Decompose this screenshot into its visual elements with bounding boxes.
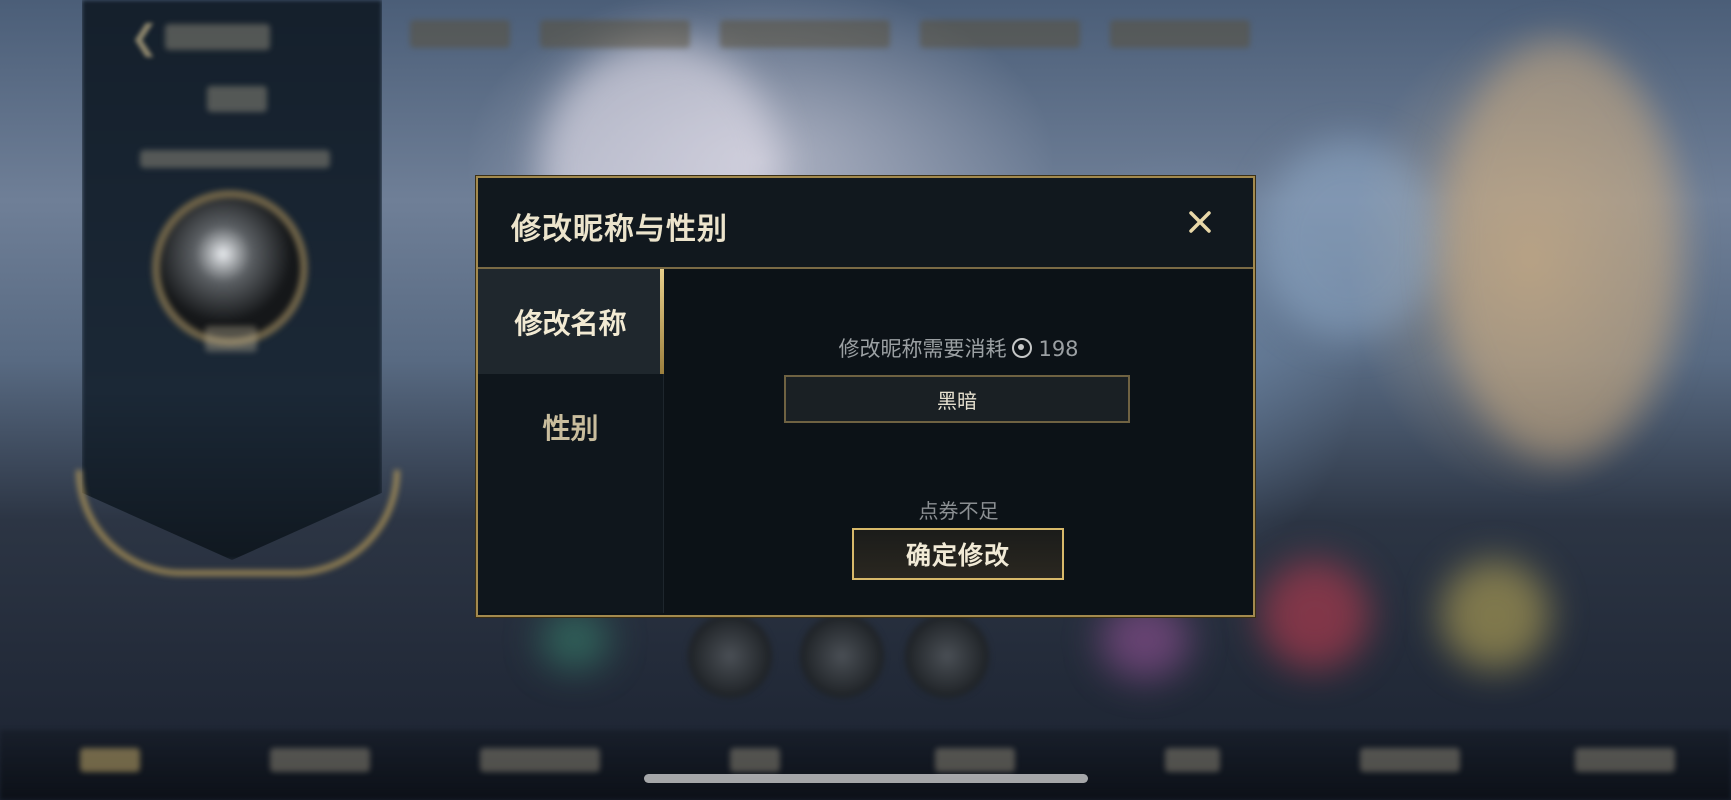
cost-line: 修改昵称需要消耗 198 xyxy=(664,333,1253,363)
top-tab xyxy=(720,20,890,48)
close-button[interactable] xyxy=(1182,204,1218,240)
blurred-label xyxy=(480,748,600,772)
blurred-label xyxy=(140,150,330,168)
tab-gender[interactable]: 性别 xyxy=(478,374,663,479)
tab-rename[interactable]: 修改名称 xyxy=(478,269,664,374)
back-icon: ❮ xyxy=(130,18,159,58)
dialog-header: 修改昵称与性别 xyxy=(478,178,1253,269)
blurred-icon xyxy=(905,614,989,698)
close-icon xyxy=(1189,211,1211,233)
cost-amount: 198 xyxy=(1038,337,1079,361)
rename-panel: 修改昵称需要消耗 198 点券不足 确定修改 xyxy=(664,269,1253,613)
blurred-label xyxy=(270,748,370,772)
top-tab xyxy=(920,20,1080,48)
profile-avatar xyxy=(160,198,300,338)
nickname-input[interactable] xyxy=(784,375,1130,423)
insufficient-balance-text: 点券不足 xyxy=(918,499,999,523)
top-tab xyxy=(1110,20,1250,48)
home-indicator[interactable] xyxy=(644,774,1088,783)
blurred-label xyxy=(1360,748,1460,772)
blurred-icon xyxy=(800,614,884,698)
blurred-icon xyxy=(688,614,772,698)
dialog-title: 修改昵称与性别 xyxy=(511,212,728,247)
blurred-label xyxy=(730,748,780,772)
blurred-label xyxy=(1165,748,1220,772)
blurred-label xyxy=(80,748,140,772)
blurred-label xyxy=(935,748,1015,772)
blurred-label xyxy=(1575,748,1675,772)
bottom-nav xyxy=(0,730,1731,800)
top-tab xyxy=(410,20,510,48)
rename-dialog: 修改昵称与性别 修改名称 性别 修改昵称需要消耗 198 点券不足 确定修改 xyxy=(476,176,1255,617)
coin-icon xyxy=(1012,338,1033,358)
blurred-label xyxy=(207,86,267,112)
blurred-label xyxy=(205,326,257,352)
dialog-sidebar: 修改名称 性别 xyxy=(478,269,664,613)
cost-label: 修改昵称需要消耗 xyxy=(838,337,1007,361)
confirm-button[interactable]: 确定修改 xyxy=(852,528,1064,580)
blurred-label xyxy=(165,24,270,50)
top-tab xyxy=(540,20,690,48)
